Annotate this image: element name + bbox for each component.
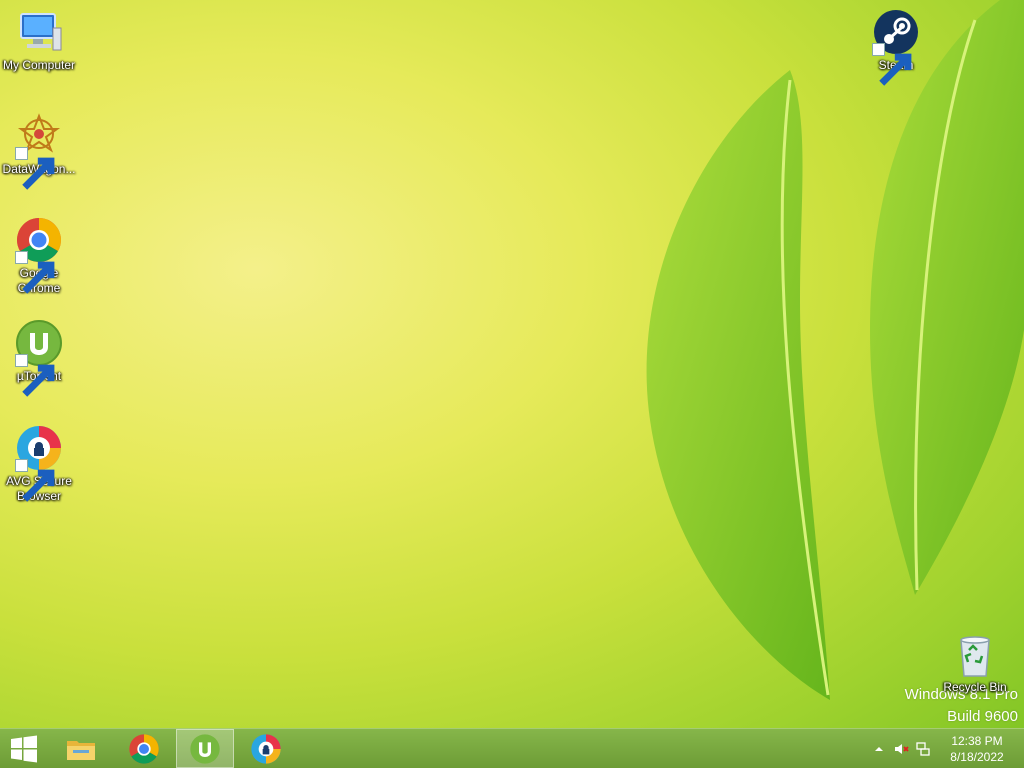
taskbar-file-explorer[interactable] [52, 729, 110, 768]
folder-icon [67, 740, 95, 760]
avg-browser-icon [251, 733, 281, 764]
wallpaper-leaves [646, 0, 1024, 700]
taskbar-chrome[interactable] [115, 729, 173, 768]
show-hidden-icons-button[interactable] [868, 739, 890, 759]
network-button[interactable] [912, 739, 934, 759]
desktop-icon-label: Recycle Bin [943, 680, 1007, 694]
utorrent-icon [190, 733, 220, 764]
desktop-icon-recycle-bin[interactable]: Recycle Bin [936, 630, 1014, 695]
desktop-icon-my-computer[interactable]: My Computer [0, 8, 78, 73]
shortcut-arrow-icon [15, 147, 55, 190]
chevron-up-icon [875, 746, 883, 751]
taskbar: 12:38 PM 8/18/2022 [0, 728, 1024, 768]
taskbar-utorrent[interactable] [176, 729, 234, 768]
recycle-bin-icon [951, 630, 999, 678]
chrome-icon [129, 733, 159, 764]
clock-date: 8/18/2022 [950, 749, 1004, 764]
clock[interactable]: 12:38 PM 8/18/2022 [942, 733, 1012, 765]
system-tray: 12:38 PM 8/18/2022 [868, 729, 1024, 768]
clock-time: 12:38 PM [951, 733, 1003, 748]
steam-icon [872, 8, 920, 86]
chrome-icon [15, 216, 63, 294]
avg-browser-icon [15, 424, 63, 502]
watermark-build: Build 9600 [947, 708, 1018, 725]
start-button[interactable] [0, 729, 48, 768]
shortcut-arrow-icon [15, 459, 55, 502]
desktop-icon-steam[interactable]: Steam [857, 8, 935, 86]
desktop-icon-datawagon[interactable]: DataWagon... [0, 112, 78, 190]
datawagon-icon [15, 112, 63, 190]
speaker-muted-icon [895, 743, 909, 754]
utorrent-icon [15, 319, 63, 397]
shortcut-arrow-icon [15, 354, 55, 397]
desktop-icon-label: My Computer [2, 58, 76, 72]
taskbar-avg-browser[interactable] [237, 729, 295, 768]
network-icon [916, 741, 930, 756]
desktop-icon-google-chrome[interactable]: Google Chrome [0, 216, 78, 296]
windows-logo-icon [11, 735, 37, 762]
desktop-icon-avg-secure-browser[interactable]: AVG Secure Browser [0, 424, 78, 504]
computer-icon [15, 8, 63, 56]
shortcut-arrow-icon [872, 43, 912, 86]
desktop-icon-utorrent[interactable]: µTorrent [0, 319, 78, 397]
shortcut-arrow-icon [15, 251, 55, 294]
volume-button[interactable] [890, 739, 912, 759]
